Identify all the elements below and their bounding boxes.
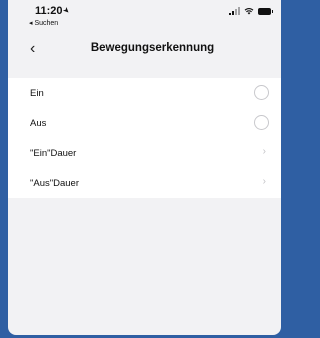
- chevron-right-icon: ›: [262, 146, 266, 157]
- option-label: "Ein"Dauer: [30, 147, 77, 159]
- back-to-app-link[interactable]: ◂ Suchen: [29, 19, 58, 27]
- option-aus-dauer[interactable]: "Aus"Dauer ›: [8, 168, 281, 198]
- wifi-icon: [244, 8, 254, 15]
- navigation-bar: ‹ Bewegungserkennung: [8, 34, 281, 66]
- option-label: Ein: [30, 87, 44, 99]
- options-list: Ein Aus "Ein"Dauer › "Aus"Dauer ›: [8, 78, 281, 198]
- status-time: 11:20: [35, 5, 63, 17]
- radio-icon[interactable]: [254, 115, 269, 130]
- option-label: "Aus"Dauer: [30, 177, 79, 189]
- option-label: Aus: [30, 117, 47, 129]
- status-icons: [229, 7, 273, 15]
- radio-icon[interactable]: [254, 85, 269, 100]
- option-ein-dauer[interactable]: "Ein"Dauer ›: [8, 138, 281, 168]
- status-bar: 11:20 ➤ ◂ Suchen: [8, 0, 281, 34]
- option-aus[interactable]: Aus: [8, 108, 281, 138]
- phone-screen: 11:20 ➤ ◂ Suchen ‹ Bewegungserkennung Ei…: [8, 0, 281, 335]
- option-ein[interactable]: Ein: [8, 78, 281, 108]
- battery-icon: [258, 8, 273, 15]
- chevron-right-icon: ›: [262, 176, 266, 187]
- signal-icon: [229, 7, 240, 15]
- page-title: Bewegungserkennung: [90, 42, 215, 54]
